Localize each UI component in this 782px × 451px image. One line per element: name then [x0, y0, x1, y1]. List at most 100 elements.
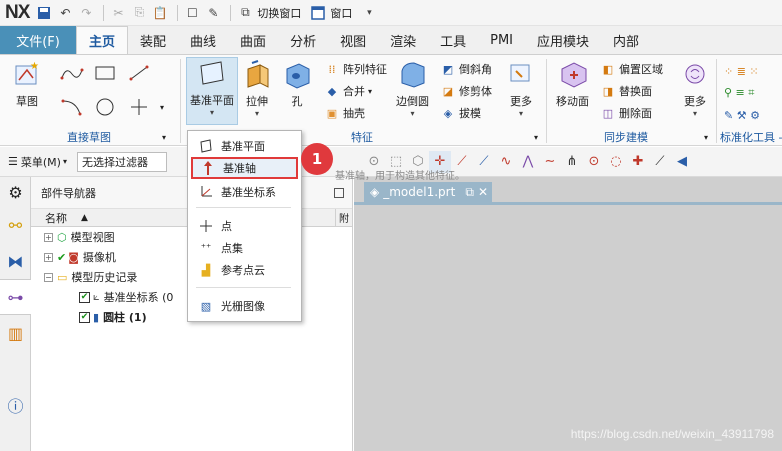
expand-icon[interactable]: + [44, 232, 53, 242]
tab-surface[interactable]: 曲面 [228, 26, 278, 54]
std-tool-icon[interactable]: ⁘ ≣ ⁙ [724, 61, 759, 81]
menu-item-reference-point-cloud[interactable]: ▟ 参考点云 [191, 259, 298, 281]
assembly-navigator-icon[interactable]: ⚯ [0, 207, 31, 243]
part-navigator-icon[interactable]: ⊶ [0, 279, 31, 315]
tab-analysis[interactable]: 分析 [278, 26, 328, 54]
gear-icon[interactable]: ⚙ [0, 177, 31, 207]
hole-button[interactable]: 孔 [282, 59, 312, 109]
point-icon[interactable] [128, 97, 150, 117]
datum-csys-icon: ⟀ [93, 290, 100, 303]
arc-icon[interactable] [60, 97, 84, 117]
tab-view[interactable]: 视图 [328, 26, 378, 54]
group-label: 直接草图 [67, 131, 111, 144]
sketch-button[interactable]: ★ 草图 [12, 59, 42, 109]
info-icon[interactable]: ⓘ [0, 387, 31, 423]
chevron-down-icon[interactable]: ▾ [534, 127, 538, 147]
more-sync-button[interactable]: 更多 ▾ [680, 59, 710, 118]
shell-button[interactable]: ▣ 抽壳 [324, 103, 365, 123]
switch-window-button[interactable]: 切换窗口 [257, 5, 301, 21]
unite-button[interactable]: ◆ 合并 ▾ [324, 81, 372, 101]
copy-icon[interactable]: ⎘ [130, 4, 148, 22]
delete-face-button[interactable]: ◫ 删除面 [600, 103, 652, 123]
menu-item-datum-csys[interactable]: 基准坐标系 [191, 181, 298, 203]
new-icon[interactable]: ☐ [183, 4, 201, 22]
paste-icon[interactable]: 📋 [151, 4, 169, 22]
cut-icon[interactable]: ✂ [109, 4, 127, 22]
reuse-library-icon[interactable]: ▥ [0, 315, 31, 351]
tab-render[interactable]: 渲染 [378, 26, 428, 54]
array-feature-button[interactable]: ⁞⁞ 阵列特征 [324, 59, 388, 79]
spline-icon[interactable] [60, 63, 84, 83]
ribbon: ★ 草图 ▾ 直接草图 ▾ 基准平面 ▾ 拉伸 ▾ 孔 ⁞⁞ 阵列特征 ◆ 合并… [0, 54, 782, 146]
std-tool-icon[interactable]: ✎ ⚒ ⚙ [724, 105, 760, 125]
menu-item-raster-image[interactable]: ▧ 光栅图像 [191, 295, 298, 317]
menu-item-point-set[interactable]: ⁺⁺ 点集 [191, 237, 298, 259]
visibility-checkbox[interactable]: ✔ [79, 311, 90, 323]
restore-icon[interactable]: ⧉ [465, 185, 474, 200]
quadrant-icon[interactable]: ◌ [605, 151, 627, 173]
switch-window-icon[interactable]: ⧉ [236, 4, 254, 22]
tab-internal[interactable]: 内部 [601, 26, 651, 54]
datum-plane-button[interactable]: 基准平面 ▾ [186, 57, 238, 125]
replace-face-button[interactable]: ◨ 替换面 [600, 81, 652, 101]
menu-item-datum-plane[interactable]: 基准平面 [191, 135, 298, 157]
tab-tools[interactable]: 工具 [428, 26, 478, 54]
save-icon[interactable] [35, 4, 53, 22]
center-icon[interactable]: ⊙ [583, 151, 605, 173]
trim-body-button[interactable]: ◪ 修剪体 [440, 81, 492, 101]
existing-point-icon[interactable]: ✚ [627, 151, 649, 173]
tab-home[interactable]: 主页 [76, 26, 129, 54]
chevron-down-icon[interactable]: ▾ [160, 97, 164, 117]
tab-application[interactable]: 应用模块 [525, 26, 601, 54]
chamfer-button[interactable]: ◩ 倒斜角 [440, 59, 492, 79]
more-button[interactable]: 更多 ▾ [506, 59, 536, 118]
window-menu[interactable]: 窗口 [330, 5, 352, 21]
move-face-button[interactable]: 移动面 [556, 59, 589, 109]
arc-center-icon[interactable]: ⋔ [561, 151, 583, 173]
tab-pmi[interactable]: PMI [478, 26, 525, 54]
offset-region-button[interactable]: ◧ 偏置区域 [600, 59, 663, 79]
control-point-icon[interactable]: ⋀ [517, 151, 539, 173]
window-icon[interactable] [309, 4, 327, 22]
collapse-icon[interactable]: − [44, 272, 53, 282]
chevron-down-icon[interactable]: ▾ [360, 4, 378, 22]
chevron-down-icon[interactable]: ▾ [704, 127, 708, 147]
expand-icon[interactable]: + [44, 252, 53, 262]
menu-item-datum-axis[interactable]: 基准轴 [191, 157, 298, 179]
folder-icon: ▭ [57, 270, 68, 284]
std-tool-icon[interactable]: ⚲ ≡ ⌗ [724, 83, 754, 103]
edge-blend-button[interactable]: 边倒圆 ▾ [396, 59, 429, 118]
maximize-icon[interactable] [334, 188, 344, 198]
circle-icon[interactable] [94, 97, 116, 117]
svg-text:★: ★ [30, 61, 39, 72]
tab-file[interactable]: 文件(F) [0, 26, 76, 54]
tab-curve[interactable]: 曲线 [178, 26, 228, 54]
pen-icon[interactable]: ✎ [204, 4, 222, 22]
menu-item-point[interactable]: 点 [191, 215, 298, 237]
column-extra-header[interactable]: 附 [336, 210, 349, 225]
selection-filter-dropdown[interactable]: 无选择过滤器 [76, 151, 167, 172]
point-on-face-icon[interactable]: ◀ [671, 151, 693, 173]
separator [177, 4, 179, 21]
tab-assembly[interactable]: 装配 [128, 26, 178, 54]
visibility-checkbox[interactable]: ✔ [79, 291, 90, 303]
curve-point-icon[interactable]: ∿ [495, 151, 517, 173]
graphics-window[interactable]: ◈ _model1.prt ⧉ ✕ [354, 177, 782, 451]
point-on-curve-icon[interactable]: ⟋ [649, 151, 671, 173]
extrude-button[interactable]: 拉伸 ▾ [242, 59, 272, 118]
intersection-icon[interactable]: ∼ [539, 151, 561, 173]
cylinder-icon: ▮ [93, 310, 100, 324]
extrude-icon [242, 59, 272, 89]
undo-icon[interactable]: ↶ [56, 4, 74, 22]
line-icon[interactable] [128, 63, 150, 83]
rectangle-icon[interactable] [94, 63, 116, 83]
mid-point-icon[interactable]: ⟋ [473, 151, 495, 173]
menu-button[interactable]: ☰ 菜单(M) ▾ [8, 154, 67, 170]
more-sync-icon [680, 59, 710, 89]
draft-button[interactable]: ◈ 拔模 [440, 103, 481, 123]
constraint-navigator-icon[interactable]: ⧓ [0, 243, 31, 279]
redo-icon[interactable]: ↷ [77, 4, 95, 22]
part-file-tab[interactable]: ◈ _model1.prt ⧉ ✕ [364, 182, 492, 202]
chevron-down-icon[interactable]: ▾ [162, 127, 166, 147]
close-icon[interactable]: ✕ [478, 185, 488, 199]
